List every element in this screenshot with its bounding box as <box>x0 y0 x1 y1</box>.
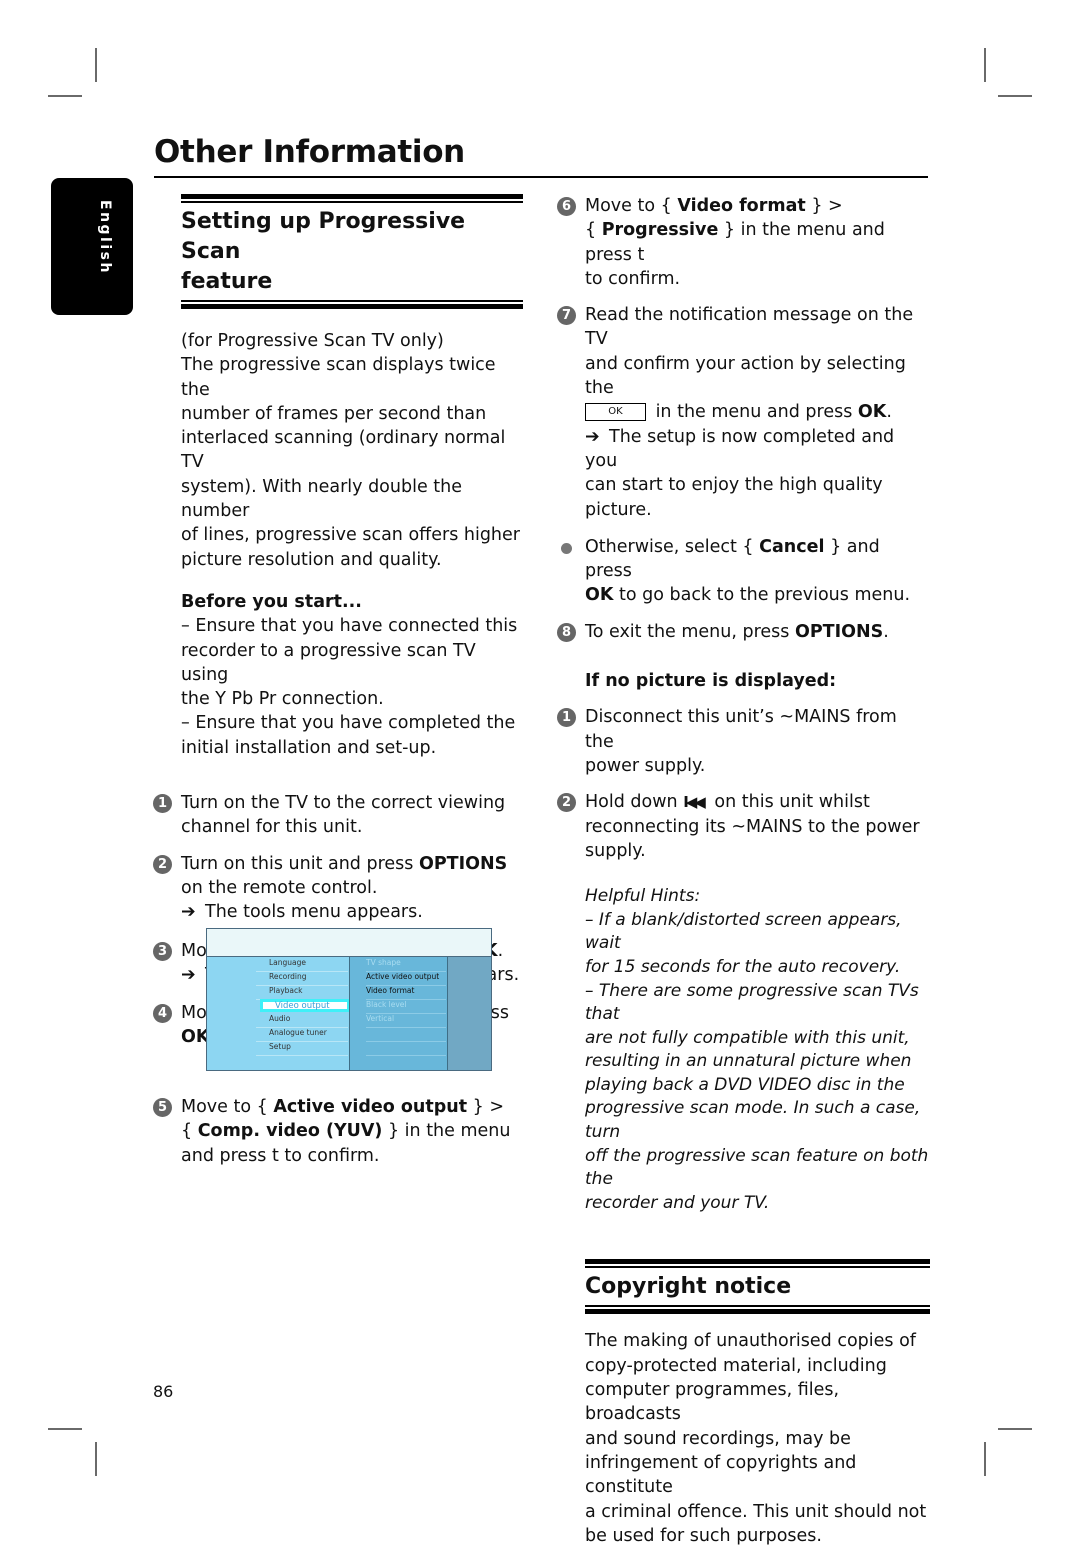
language-label: English <box>97 200 113 275</box>
menu-item: Playback <box>256 986 348 1000</box>
tv-menu-screenshot: Language Recording Playback Video output… <box>206 928 492 1071</box>
step-1: 1 Turn on the TV to the correct viewing … <box>153 791 523 840</box>
step-number-icon: 2 <box>153 854 172 874</box>
before-you-start: Before you start... – Ensure that you ha… <box>181 590 523 760</box>
no-picture-title: If no picture is displayed: <box>585 671 837 692</box>
menu-option: Vertical <box>366 1014 446 1028</box>
step-number-icon: 3 <box>153 941 172 961</box>
menu-column-options: TV shape Active video output Video forma… <box>349 957 447 1070</box>
copyright-paragraph: The making of unauthorised copies of cop… <box>585 1331 927 1546</box>
menu-option: Video format <box>366 986 446 1000</box>
menu-item: Setup <box>256 1042 348 1056</box>
step-number-icon: 5 <box>153 1098 172 1117</box>
step-number-icon: 1 <box>557 708 576 728</box>
crop-mark <box>984 1442 986 1476</box>
step-5: 5 Move to { Active video output } > { Co… <box>153 1095 523 1168</box>
no-picture-step-2: 2 Hold down I◀◀ on this unit whilst reco… <box>557 790 930 863</box>
ok-button-icon: OK <box>585 403 646 422</box>
rule-bottom <box>181 300 523 309</box>
arrow-icon: ➔ <box>585 426 600 447</box>
menu-item: Recording <box>256 972 348 986</box>
title-rule <box>154 176 928 178</box>
menu-item-selected: Video output <box>260 999 350 1012</box>
menu-option-empty <box>366 1028 446 1042</box>
rule-bottom <box>585 1305 930 1315</box>
crop-mark <box>48 1428 82 1430</box>
menu-column-categories: Language Recording Playback Video output… <box>207 957 350 1070</box>
step-6: 6 Move to { Video format } > { Progressi… <box>557 194 930 291</box>
menu-option: Black level <box>366 1000 446 1014</box>
section-header-progressive-scan: Setting up Progressive Scan feature <box>181 194 523 309</box>
right-column: 6 Move to { Video format } > { Progressi… <box>557 194 930 1548</box>
step-7: 7 Read the notification message on the T… <box>557 303 930 522</box>
step-2: 2 Turn on this unit and press OPTIONS on… <box>153 852 523 925</box>
menu-option: Active video output <box>366 972 446 986</box>
menu-item: Analogue tuner <box>256 1028 348 1042</box>
section-header-copyright: Copyright notice <box>585 1259 930 1315</box>
no-picture-step-1: 1 Disconnect this unit’s ~MAINS from the… <box>557 705 930 778</box>
otherwise-bullet: Otherwise, select { Cancel } and press O… <box>561 535 930 608</box>
menu-option-empty <box>366 1042 446 1056</box>
menu-item: Audio <box>256 1014 348 1028</box>
left-column: Setting up Progressive Scan feature (for… <box>153 194 523 1050</box>
rule-top <box>585 1259 930 1269</box>
menu-column-values <box>447 957 491 1070</box>
step-number-icon: 2 <box>557 793 576 813</box>
crop-mark <box>984 48 986 82</box>
menu-option: TV shape <box>366 958 446 972</box>
language-tab: English <box>51 178 133 315</box>
step-number-icon: 4 <box>153 1004 172 1024</box>
before-title: Before you start... <box>181 591 362 612</box>
step-number-icon: 8 <box>557 622 576 642</box>
step-number-icon: 7 <box>557 306 576 326</box>
helpful-hints: Helpful Hints: – If a blank/distorted sc… <box>585 886 929 1213</box>
menu-item: Language <box>256 958 348 972</box>
step-number-icon: 6 <box>557 197 576 216</box>
rule-top <box>181 194 523 203</box>
crop-mark <box>95 48 97 82</box>
crop-mark <box>95 1442 97 1476</box>
crop-mark <box>998 95 1032 97</box>
bullet-icon <box>561 542 572 554</box>
arrow-icon: ➔ <box>181 902 196 923</box>
arrow-icon: ➔ <box>181 964 196 985</box>
step-number-icon: 1 <box>153 794 172 814</box>
page-number: 86 <box>153 1382 174 1401</box>
step-5-block: 5 Move to { Active video output } > { Co… <box>153 1095 523 1168</box>
previous-track-icon: I◀◀ <box>683 793 706 812</box>
page-title: Other Information <box>154 134 465 170</box>
intro-paragraph: (for Progressive Scan TV only) The progr… <box>181 331 520 570</box>
section-title: Copyright notice <box>585 1274 792 1300</box>
crop-mark <box>48 95 82 97</box>
section-title: Setting up Progressive Scan feature <box>181 209 466 294</box>
crop-mark <box>998 1428 1032 1430</box>
step-8: 8 To exit the menu, press OPTIONS. <box>557 620 930 644</box>
menu-header <box>207 929 491 957</box>
